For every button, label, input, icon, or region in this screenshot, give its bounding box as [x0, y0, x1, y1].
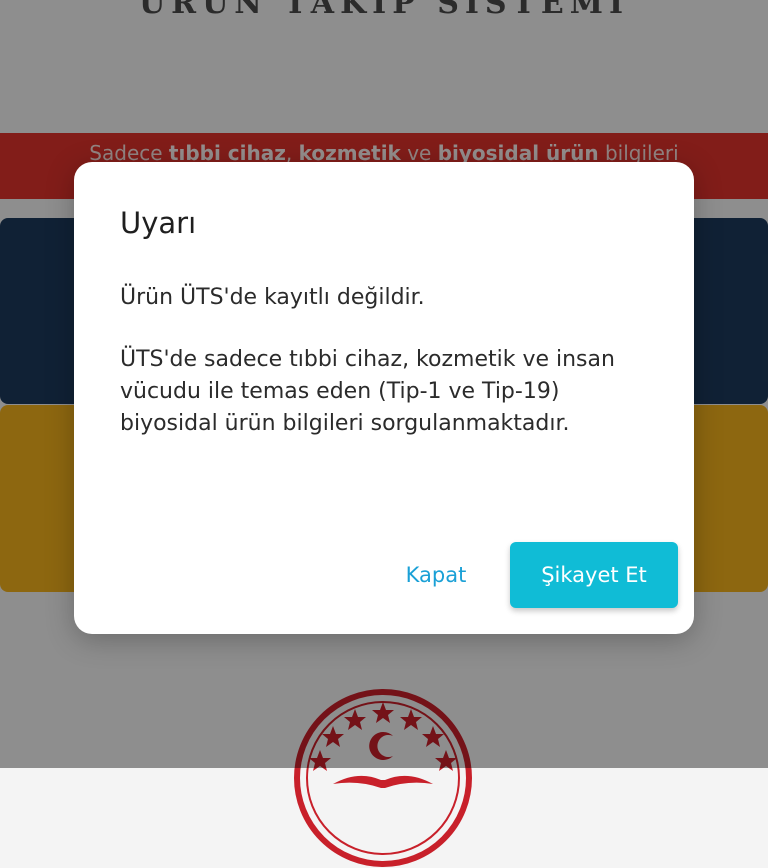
- dialog-message-not-registered: Ürün ÜTS'de kayıtlı değildir.: [120, 285, 425, 310]
- warning-dialog: Uyarı Ürün ÜTS'de kayıtlı değildir. ÜTS'…: [74, 162, 694, 634]
- complain-button[interactable]: Şikayet Et: [510, 542, 678, 608]
- close-button[interactable]: Kapat: [388, 555, 484, 595]
- dialog-message-scope: ÜTS'de sadece tıbbi cihaz, kozmetik ve i…: [120, 347, 615, 436]
- dialog-title: Uyarı: [120, 206, 197, 240]
